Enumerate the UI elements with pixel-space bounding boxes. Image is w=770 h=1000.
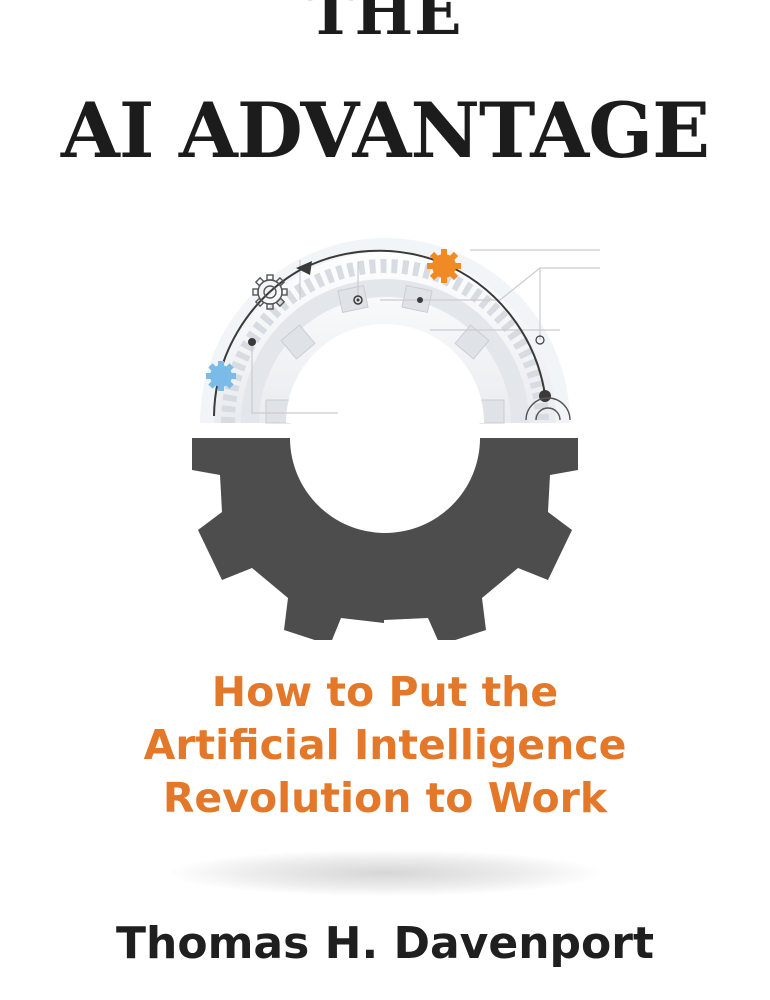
light-gear-half: [200, 238, 600, 424]
subtitle-line: Revolution to Work: [162, 774, 608, 822]
title-line-main: AI ADVANTAGE: [60, 86, 710, 175]
gear-illustration: [192, 238, 600, 640]
subtitle-line: Artificial Intelligence: [143, 721, 627, 769]
gear-half-dark: [192, 438, 578, 640]
subtitle-line: How to Put the: [211, 668, 559, 716]
title-line-the: THE: [307, 0, 463, 49]
book-cover: THE AI ADVANTAGE How to Put the Artifici…: [0, 0, 770, 1000]
subtitle: How to Put the Artificial Intelligence R…: [0, 666, 770, 825]
author-name: Thomas H. Davenport: [116, 918, 654, 969]
shadow-decoration: [170, 850, 600, 896]
gear-small-blue: [206, 361, 236, 391]
gear-small-orange: [427, 249, 461, 283]
